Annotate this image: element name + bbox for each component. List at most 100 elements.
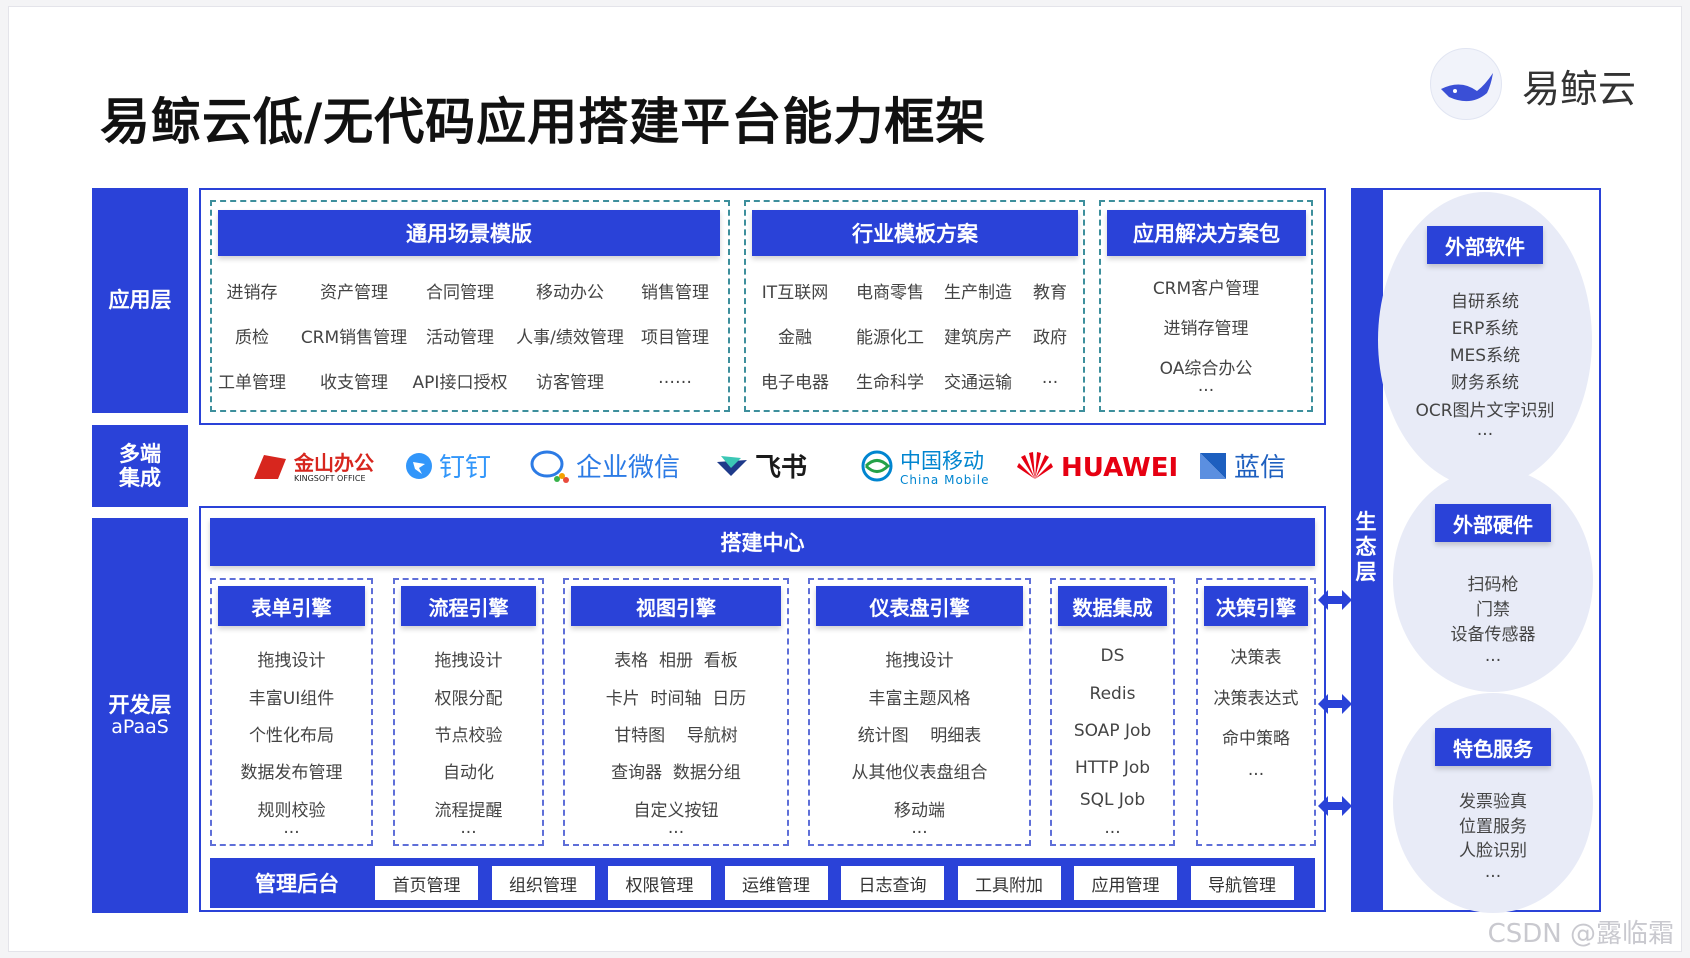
- engine-item[interactable]: DS: [1050, 646, 1175, 666]
- engine-item[interactable]: ...: [1050, 818, 1175, 838]
- engine-item[interactable]: 自动化: [393, 758, 544, 783]
- template-item[interactable]: 访客管理: [510, 368, 630, 393]
- template-item[interactable]: 收支管理: [294, 368, 414, 393]
- eco-item[interactable]: ...: [1375, 420, 1595, 440]
- eco-item[interactable]: 财务系统: [1375, 368, 1595, 393]
- engine-item[interactable]: 决策表达式: [1196, 684, 1316, 709]
- solution-item[interactable]: 进销存管理: [1110, 314, 1302, 339]
- management-item[interactable]: 权限管理: [608, 866, 711, 900]
- management-item[interactable]: 应用管理: [1074, 866, 1177, 900]
- eco-item[interactable]: 位置服务: [1383, 812, 1603, 837]
- engine-header[interactable]: 流程引擎: [401, 586, 536, 626]
- engine-item[interactable]: ...: [808, 818, 1031, 838]
- engine-item[interactable]: 查询器 数据分组: [563, 758, 789, 783]
- industry-item[interactable]: 生命科学: [840, 368, 940, 393]
- engine-item[interactable]: 个性化布局: [210, 721, 373, 746]
- solution-item[interactable]: CRM客户管理: [1110, 274, 1302, 299]
- engine-header[interactable]: 视图引擎: [571, 586, 781, 626]
- industry-item[interactable]: 电子电器: [745, 368, 845, 393]
- engine-item[interactable]: 统计图 明细表: [808, 721, 1031, 746]
- engine-header[interactable]: 数据集成: [1058, 586, 1167, 626]
- industry-item[interactable]: 金融: [745, 323, 845, 348]
- engine-item[interactable]: 拖拽设计: [393, 646, 544, 671]
- industry-item[interactable]: 教育: [1000, 278, 1100, 303]
- template-item[interactable]: 销售管理: [615, 278, 735, 303]
- integration-logo[interactable]: 中国移动 China Mobile: [860, 446, 989, 490]
- eco-item[interactable]: ...: [1383, 862, 1603, 882]
- template-item[interactable]: ……: [615, 368, 735, 388]
- template-item[interactable]: API接口授权: [400, 368, 520, 393]
- engine-item[interactable]: ...: [210, 818, 373, 838]
- management-item[interactable]: 工具附加: [957, 866, 1061, 900]
- template-item[interactable]: 活动管理: [400, 323, 520, 348]
- eco-item[interactable]: 人脸识别: [1383, 836, 1603, 861]
- engine-item[interactable]: ...: [393, 818, 544, 838]
- management-item[interactable]: 运维管理: [724, 866, 828, 900]
- engine-item[interactable]: 数据发布管理: [210, 758, 373, 783]
- template-item[interactable]: 人事/绩效管理: [510, 323, 630, 348]
- template-item[interactable]: 合同管理: [400, 278, 520, 303]
- integration-logo[interactable]: 蓝信: [1198, 446, 1286, 490]
- page-title: 易鲸云低/无代码应用搭建平台能力框架: [100, 93, 987, 151]
- eco-item[interactable]: ERP系统: [1375, 314, 1595, 339]
- management-item[interactable]: 日志查询: [841, 866, 944, 900]
- engine-header[interactable]: 仪表盘引擎: [816, 586, 1023, 626]
- management-item[interactable]: 首页管理: [375, 866, 478, 900]
- engine-item[interactable]: 卡片 时间轴 日历: [563, 684, 789, 709]
- integration-subname: China Mobile: [900, 472, 990, 487]
- whale-logo-icon: [1430, 48, 1502, 120]
- eco-item[interactable]: ...: [1383, 646, 1603, 666]
- engine-item[interactable]: 从其他仪表盘组合: [808, 758, 1031, 783]
- engine-item[interactable]: Redis: [1050, 684, 1175, 704]
- engine-item[interactable]: ...: [1196, 760, 1316, 780]
- engine-item[interactable]: 权限分配: [393, 684, 544, 709]
- eco-item[interactable]: MES系统: [1375, 341, 1595, 366]
- industry-item[interactable]: 电商零售: [840, 278, 940, 303]
- management-item[interactable]: 导航管理: [1190, 866, 1294, 900]
- industry-item[interactable]: 政府: [1000, 323, 1100, 348]
- engine-item[interactable]: 节点校验: [393, 721, 544, 746]
- eco-item[interactable]: 发票验真: [1383, 787, 1603, 812]
- engine-item[interactable]: 表格 相册 看板: [563, 646, 789, 671]
- eco-header[interactable]: 外部软件: [1427, 226, 1543, 264]
- engine-item[interactable]: ...: [563, 818, 789, 838]
- engine-header[interactable]: 决策引擎: [1204, 586, 1308, 626]
- integration-logo[interactable]: 飞书: [715, 446, 807, 490]
- integration-name: 钉钉: [439, 453, 492, 483]
- engine-item[interactable]: 甘特图 导航树: [563, 721, 789, 746]
- integration-logo[interactable]: 金山办公 KINGSOFT OFFICE: [252, 446, 374, 490]
- engine-item[interactable]: 丰富主题风格: [808, 684, 1031, 709]
- engine-item[interactable]: 决策表: [1196, 643, 1316, 668]
- engine-item[interactable]: SQL Job: [1050, 790, 1175, 810]
- engine-header[interactable]: 表单引擎: [218, 586, 365, 626]
- template-item[interactable]: 资产管理: [294, 278, 414, 303]
- template-item[interactable]: 项目管理: [615, 323, 735, 348]
- layer-label-multi: 多端 集成: [92, 425, 188, 507]
- template-item[interactable]: CRM销售管理: [294, 323, 414, 348]
- management-item[interactable]: 组织管理: [491, 866, 595, 900]
- eco-item[interactable]: OCR图片文字识别: [1375, 396, 1595, 421]
- eco-item[interactable]: 设备传感器: [1383, 620, 1603, 645]
- integration-logo[interactable]: HUAWEI: [1015, 446, 1178, 490]
- engine-item[interactable]: HTTP Job: [1050, 758, 1175, 778]
- industry-item[interactable]: IT互联网: [745, 278, 845, 303]
- industry-item[interactable]: 能源化工: [840, 323, 940, 348]
- eco-item[interactable]: 门禁: [1383, 595, 1603, 620]
- integration-logo[interactable]: 钉钉: [405, 446, 491, 490]
- eco-item[interactable]: 扫码枪: [1383, 570, 1603, 595]
- engine-item[interactable]: 命中策略: [1196, 724, 1316, 749]
- engine-item[interactable]: 拖拽设计: [808, 646, 1031, 671]
- integration-name-block: 蓝信: [1234, 455, 1286, 481]
- engine-item[interactable]: 丰富UI组件: [210, 684, 373, 709]
- integration-name: HUAWEI: [1061, 453, 1179, 483]
- eco-item[interactable]: 自研系统: [1375, 287, 1595, 312]
- engine-item[interactable]: SOAP Job: [1050, 721, 1175, 741]
- engine-item[interactable]: 拖拽设计: [210, 646, 373, 671]
- solution-item[interactable]: ...: [1110, 376, 1302, 396]
- integration-logo[interactable]: 企业微信: [530, 446, 680, 490]
- eco-header[interactable]: 外部硬件: [1435, 504, 1551, 542]
- template-item[interactable]: 移动办公: [510, 278, 630, 303]
- industry-item[interactable]: ...: [1000, 368, 1100, 388]
- eco-header[interactable]: 特色服务: [1435, 728, 1551, 766]
- layer-label-app-text: 应用层: [108, 288, 172, 313]
